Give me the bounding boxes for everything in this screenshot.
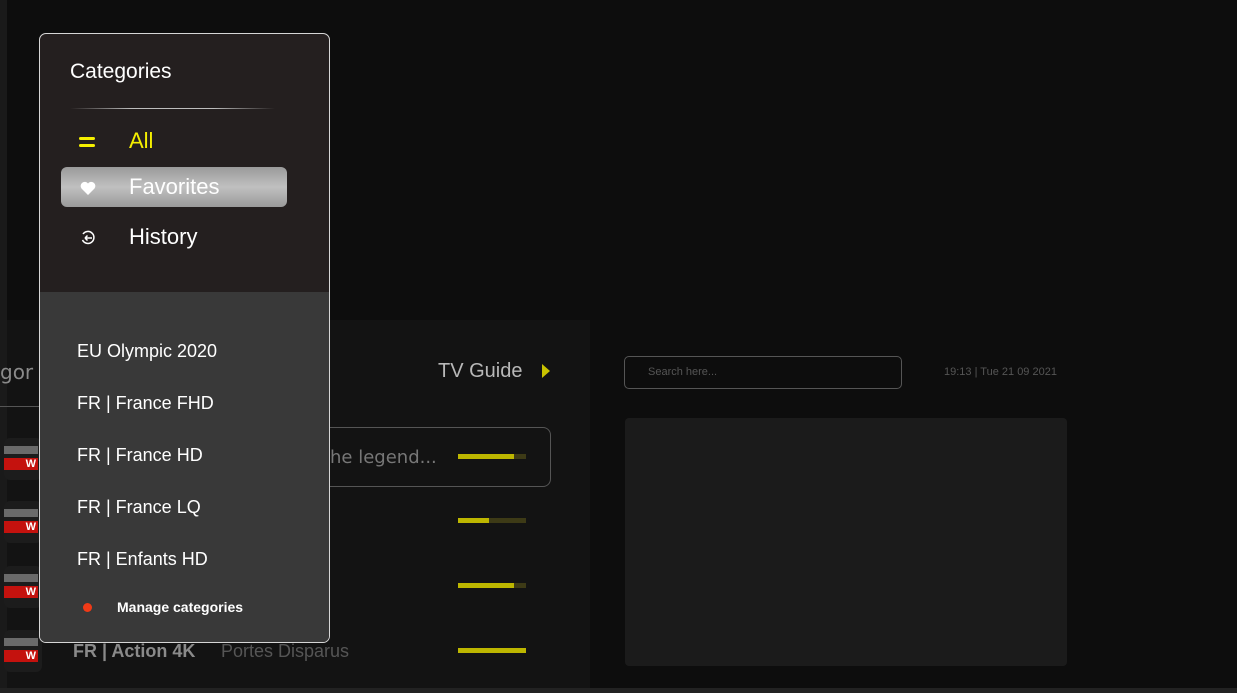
category-item[interactable]: FR | France FHD	[77, 393, 214, 414]
video-preview	[625, 418, 1067, 666]
channel-logo: W	[4, 501, 42, 543]
channel-logo: W	[4, 630, 42, 672]
tv-guide-tab[interactable]: TV Guide	[438, 360, 522, 383]
category-item[interactable]: FR | France LQ	[77, 497, 201, 518]
menu-item-all[interactable]: All	[61, 121, 287, 161]
red-dot-icon	[83, 603, 92, 612]
menu-label: History	[129, 224, 198, 249]
bottom-bar	[0, 688, 1237, 693]
category-item[interactable]: FR | France HD	[77, 445, 203, 466]
categories-tab-label[interactable]: gor	[0, 360, 33, 384]
progress-fill	[458, 518, 489, 523]
progress-bar	[458, 648, 526, 653]
menu-label: Favorites	[129, 174, 220, 199]
menu-item-favorites[interactable]: Favorites	[61, 167, 287, 207]
progress-bar	[458, 454, 526, 459]
list-icon	[78, 132, 98, 152]
progress-fill	[458, 648, 526, 653]
history-icon	[78, 228, 98, 248]
categories-tab-underline	[0, 406, 40, 407]
channel-logo: W	[4, 566, 42, 608]
play-arrow-icon	[542, 364, 550, 378]
manage-categories-button[interactable]: Manage categories	[117, 599, 243, 615]
category-item[interactable]: FR | Enfants HD	[77, 549, 208, 570]
categories-popup: Categories All Favorites History EU Olym…	[39, 33, 330, 643]
clock-date: 19:13 | Tue 21 09 2021	[944, 366, 1057, 378]
progress-fill	[458, 454, 514, 459]
progress-fill	[458, 583, 514, 588]
popup-title: Categories	[70, 60, 172, 83]
progress-bar	[458, 583, 526, 588]
menu-label: All	[129, 128, 154, 153]
channel-program: Portes Disparus	[221, 641, 350, 661]
search-placeholder: Search here...	[648, 366, 718, 378]
heart-icon	[78, 178, 98, 198]
menu-item-history[interactable]: History	[61, 217, 287, 257]
channel-title: FR | Action 4K	[73, 641, 196, 661]
channel-description: he legend...	[330, 447, 437, 468]
category-item[interactable]: EU Olympic 2020	[77, 341, 217, 362]
progress-bar	[458, 518, 526, 523]
channel-logo: W	[4, 438, 42, 480]
popup-separator	[70, 108, 275, 109]
